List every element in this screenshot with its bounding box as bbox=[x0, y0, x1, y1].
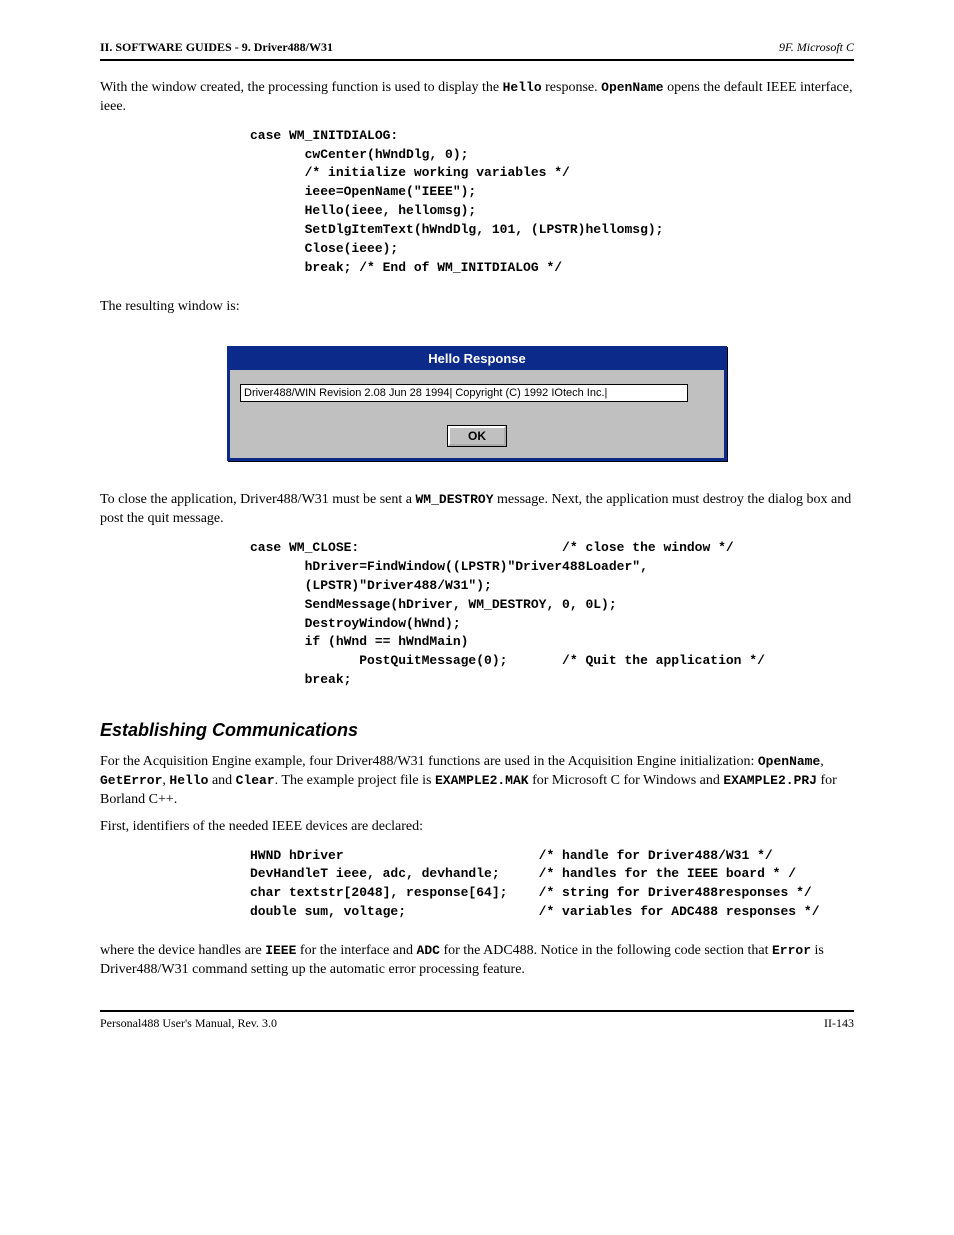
code-block-1: case WM_INITDIALOG: cwCenter(hWndDlg, 0)… bbox=[250, 127, 854, 278]
header-left: II. SOFTWARE GUIDES - 9. Driver488/W31 bbox=[100, 40, 333, 55]
code-block-3: HWND hDriver /* handle for Driver488/W31… bbox=[250, 847, 854, 922]
inline-code: OpenName bbox=[758, 754, 820, 769]
ok-button[interactable]: OK bbox=[448, 426, 506, 446]
inline-code: OpenName bbox=[601, 80, 663, 95]
dialog-title: Hello Response bbox=[230, 349, 724, 370]
inline-code: Error bbox=[772, 943, 811, 958]
header-rule bbox=[100, 59, 854, 61]
dialog-container: Hello Response Driver488/WIN Revision 2.… bbox=[227, 346, 727, 461]
paragraph-1: With the window created, the processing … bbox=[100, 79, 854, 117]
header-right: 9F. Microsoft C bbox=[779, 40, 854, 55]
text: With the window created, the processing … bbox=[100, 80, 503, 95]
text: . The example project file is bbox=[275, 773, 435, 788]
text: For the Acquisition Engine example, four… bbox=[100, 754, 758, 769]
text: where the device handles are bbox=[100, 943, 265, 958]
paragraph-4: For the Acquisition Engine example, four… bbox=[100, 753, 854, 810]
dialog-body: Driver488/WIN Revision 2.08 Jun 28 1994|… bbox=[230, 370, 724, 458]
page: II. SOFTWARE GUIDES - 9. Driver488/W31 9… bbox=[0, 0, 954, 1235]
section-heading: Establishing Communications bbox=[100, 720, 854, 741]
footer-right: II-143 bbox=[824, 1016, 854, 1031]
response-field: Driver488/WIN Revision 2.08 Jun 28 1994|… bbox=[240, 384, 688, 402]
inline-code: IEEE bbox=[265, 943, 296, 958]
inline-code: WM_DESTROY bbox=[416, 492, 494, 507]
footer-left: Personal488 User's Manual, Rev. 3.0 bbox=[100, 1016, 277, 1031]
inline-code: Hello bbox=[169, 773, 208, 788]
paragraph-3: To close the application, Driver488/W31 … bbox=[100, 491, 854, 529]
inline-code: EXAMPLE2.MAK bbox=[435, 773, 529, 788]
inline-code: Clear bbox=[236, 773, 275, 788]
paragraph-5: First, identifiers of the needed IEEE de… bbox=[100, 818, 854, 837]
text: and bbox=[208, 773, 235, 788]
text: response. bbox=[542, 80, 602, 95]
text: for the interface and bbox=[296, 943, 416, 958]
text: for Microsoft C for Windows and bbox=[529, 773, 724, 788]
inline-code: Hello bbox=[503, 80, 542, 95]
footer-rule bbox=[100, 1010, 854, 1012]
hello-response-dialog: Hello Response Driver488/WIN Revision 2.… bbox=[227, 346, 727, 461]
dialog-button-row: OK bbox=[240, 426, 714, 446]
text: To close the application, Driver488/W31 … bbox=[100, 492, 416, 507]
paragraph-2: The resulting window is: bbox=[100, 298, 854, 317]
text: , bbox=[820, 754, 824, 769]
inline-code: ADC bbox=[417, 943, 440, 958]
code-block-2: case WM_CLOSE: /* close the window */ hD… bbox=[250, 539, 854, 690]
paragraph-6: where the device handles are IEEE for th… bbox=[100, 942, 854, 980]
inline-code: GetError bbox=[100, 773, 162, 788]
inline-code: EXAMPLE2.PRJ bbox=[723, 773, 817, 788]
page-footer: Personal488 User's Manual, Rev. 3.0 II-1… bbox=[100, 1016, 854, 1031]
text: for the ADC488. Notice in the following … bbox=[440, 943, 772, 958]
page-header: II. SOFTWARE GUIDES - 9. Driver488/W31 9… bbox=[100, 40, 854, 55]
